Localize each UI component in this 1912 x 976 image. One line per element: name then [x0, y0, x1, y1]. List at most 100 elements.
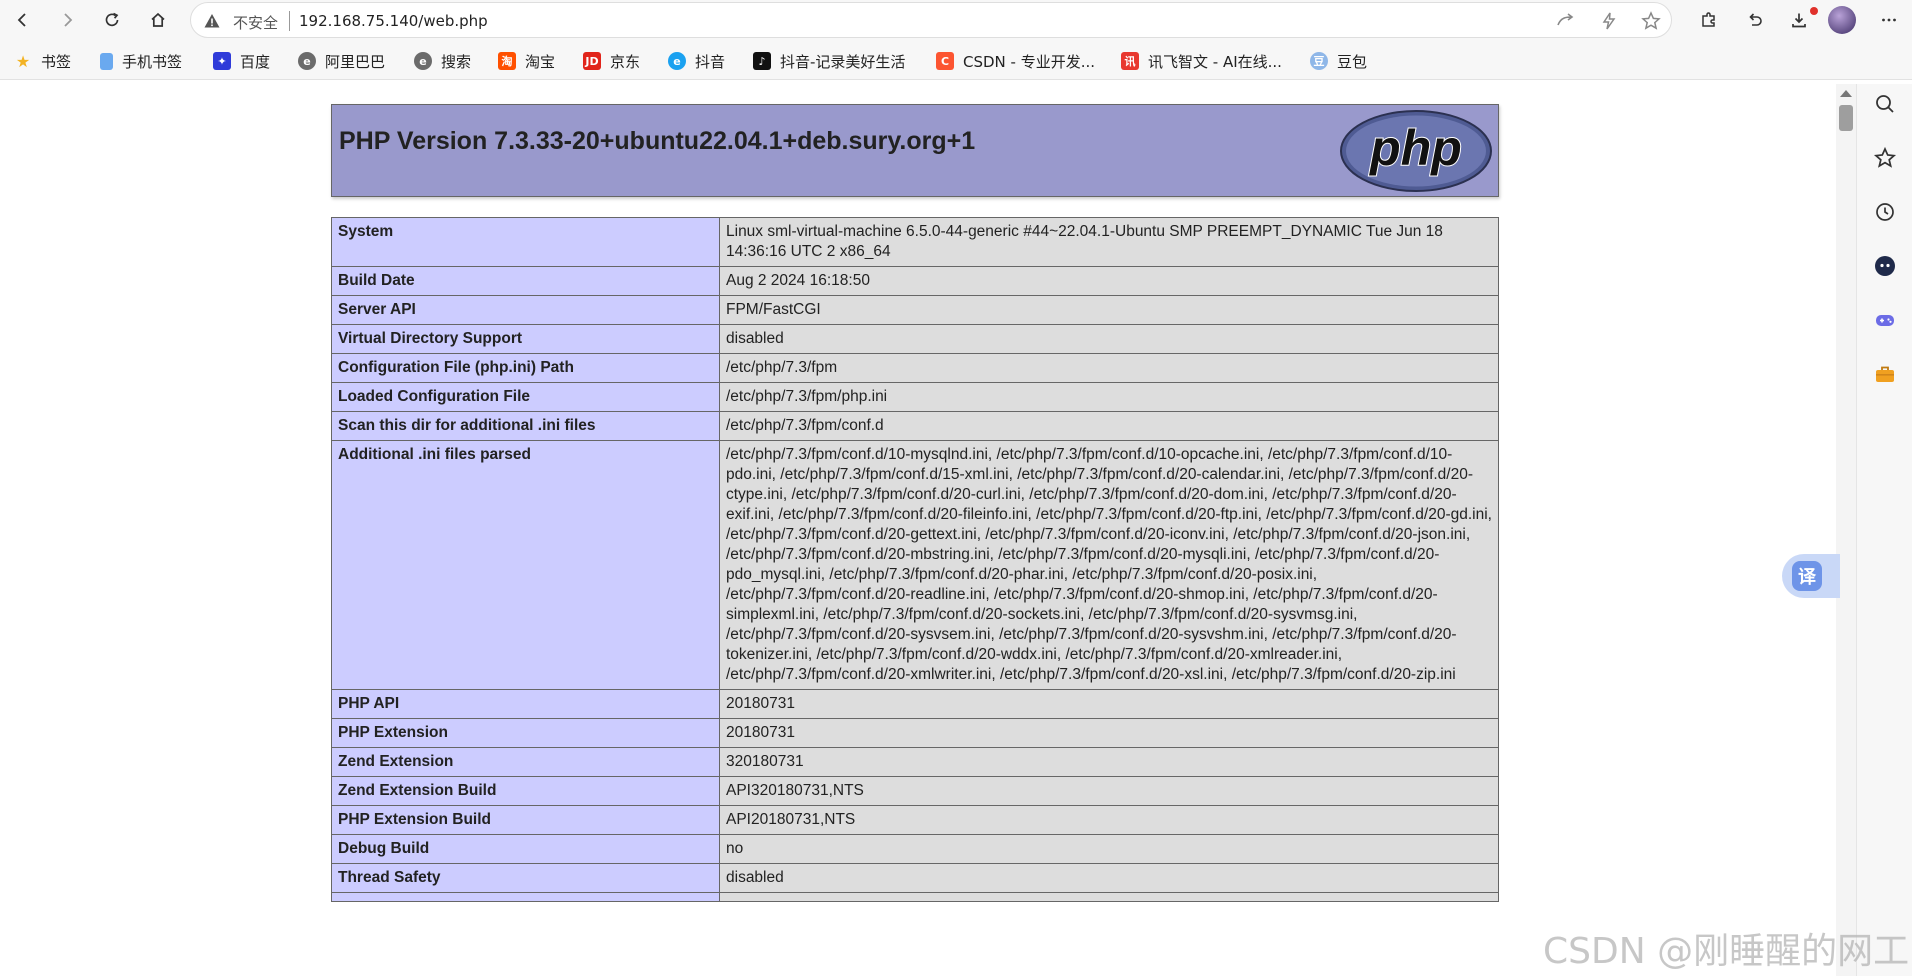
table-row: Debug Build no: [331, 834, 1499, 864]
lightning-icon: [1602, 12, 1616, 30]
bookmark-item[interactable]: 淘淘宝: [498, 50, 555, 72]
bookmark-label: 书签: [41, 52, 72, 71]
bookmark-item[interactable]: C CSDN - 专业开发...: [936, 50, 1095, 72]
star-icon: [1873, 146, 1897, 168]
sidebar-favorites-button[interactable]: [1871, 144, 1899, 172]
favorite-button[interactable]: [1641, 11, 1661, 31]
value-cell: FPM/FastCGI: [719, 295, 1499, 325]
url-text[interactable]: 192.168.75.140/web.php: [299, 12, 488, 30]
back-button[interactable]: [8, 5, 38, 35]
translate-label: 译: [1792, 561, 1822, 591]
bookmark-item[interactable]: e 抖音: [668, 50, 725, 72]
home-button[interactable]: [143, 5, 173, 35]
warning-icon: [204, 14, 220, 28]
jd-icon: JD: [583, 52, 601, 70]
extensions-button[interactable]: [1694, 5, 1724, 35]
sidebar-search-button[interactable]: [1871, 90, 1899, 118]
key-cell: Zend Extension Build: [331, 776, 720, 806]
scroll-up-arrow-icon[interactable]: [1840, 90, 1852, 97]
key-cell: [331, 892, 720, 902]
read-aloud-icon: [1557, 13, 1574, 26]
table-row: System Linux sml-virtual-machine 6.5.0-44…: [331, 217, 1499, 267]
forward-button[interactable]: [52, 5, 82, 35]
key-cell: Thread Safety: [331, 863, 720, 893]
csdn-icon: C: [936, 52, 954, 70]
sidebar-history-button[interactable]: [1871, 198, 1899, 226]
bookmark-item[interactable]: e 搜索: [414, 50, 471, 72]
value-cell: API320180731,NTS: [719, 776, 1499, 806]
key-cell: Debug Build: [331, 834, 720, 864]
table-row: Loaded Configuration File/etc/php/7.3/fp…: [331, 382, 1499, 412]
value-cell: Aug 2 2024 16:18:50: [719, 266, 1499, 296]
sidebar-ai-assistant-button[interactable]: [1871, 252, 1899, 280]
bookmark-item[interactable]: ★ 书签: [14, 50, 71, 72]
value-cell: no: [719, 834, 1499, 864]
speed-button[interactable]: [1599, 11, 1619, 31]
forward-arrow-icon: [64, 13, 73, 27]
value-cell: disabled: [719, 324, 1499, 354]
translate-button[interactable]: 译: [1782, 554, 1840, 598]
bookmark-item[interactable]: 讯讯飞智文 - AI在线...: [1121, 50, 1282, 72]
bookmark-item[interactable]: e 阿里巴巴: [298, 50, 385, 72]
profile-avatar[interactable]: [1828, 6, 1856, 34]
php-info-table: System Linux sml-virtual-machine 6.5.0-44…: [331, 217, 1499, 902]
right-sidebar: [1856, 84, 1912, 976]
baidu-icon: ✦: [213, 52, 231, 70]
doubao-icon: 豆: [1310, 52, 1328, 70]
table-row: Server API FPM/FastCGI: [331, 295, 1499, 325]
watermark: CSDN @刚睡醒的网工: [1543, 931, 1910, 972]
key-cell: Configuration File (php.ini) Path: [331, 353, 720, 383]
value-cell: disabled: [719, 863, 1499, 893]
value-cell: /etc/php/7.3/fpm: [719, 353, 1499, 383]
bookmark-item[interactable]: ✦ 百度: [213, 50, 270, 72]
scrollbar-thumb[interactable]: [1839, 105, 1853, 131]
value-cell: 20180731: [719, 718, 1499, 748]
browser-toolbar: 不安全 192.168.75.140/web.php: [0, 0, 1912, 40]
value-cell: 320180731: [719, 747, 1499, 777]
read-aloud-button[interactable]: [1555, 11, 1575, 31]
value-cell: [719, 892, 1499, 902]
tiktok-icon: ♪: [753, 52, 771, 70]
undo-icon: [1749, 13, 1762, 26]
sidebar-toolbox-button[interactable]: [1871, 360, 1899, 388]
value-cell: Linux sml-virtual-machine 6.5.0-44-gener…: [719, 217, 1499, 267]
douyin-icon: e: [668, 52, 686, 70]
key-cell: Server API: [331, 295, 720, 325]
bookmark-item[interactable]: ♪ 抖音-记录美好生活: [753, 50, 905, 72]
key-cell: Additional .ini files parsed: [331, 440, 720, 690]
search-icon: [1876, 95, 1894, 113]
address-bar[interactable]: 不安全 192.168.75.140/web.php: [190, 2, 1672, 38]
bookmark-item[interactable]: JD 京东: [583, 50, 640, 72]
page-scrollbar[interactable]: [1836, 84, 1856, 976]
bookmark-item[interactable]: 手机书签: [100, 50, 182, 72]
bookmark-item[interactable]: 豆豆包: [1310, 50, 1367, 72]
more-icon: [1882, 18, 1896, 22]
taobao-icon: 淘: [498, 52, 516, 70]
php-logo[interactable]: php: [1340, 110, 1492, 192]
browser-window: 不安全 192.168.75.140/web.php ★ 书签 手机书签 ✦ 百…: [0, 0, 1912, 976]
table-row: PHP API 20180731: [331, 689, 1499, 719]
gamepad-icon: [1876, 315, 1894, 326]
php-version-title: PHP Version 7.3.33-20+ubuntu22.04.1+deb.…: [339, 127, 976, 155]
sidebar-games-button[interactable]: [1871, 306, 1899, 334]
key-cell: Virtual Directory Support: [331, 324, 720, 354]
toolbox-icon: [1876, 366, 1894, 382]
alibaba-icon: e: [298, 52, 316, 70]
folder-icon: [100, 52, 113, 70]
bookmark-label: 讯飞智文 - AI在线...: [1148, 52, 1282, 71]
value-cell: /etc/php/7.3/fpm/conf.d/10-mysqlnd.ini, …: [719, 440, 1499, 690]
table-row: Additional .ini files parsed/etc/php/7.3…: [331, 440, 1499, 690]
table-row: Build Date Aug 2 2024 16:18:50: [331, 266, 1499, 296]
bookmark-label: 手机书签: [122, 52, 183, 71]
reload-button[interactable]: [97, 5, 127, 35]
insecure-label[interactable]: 不安全: [233, 12, 278, 33]
key-cell: Build Date: [331, 266, 720, 296]
xunfei-icon: 讯: [1121, 52, 1139, 70]
bookmark-label: 豆包: [1337, 52, 1368, 71]
table-row: [331, 892, 1499, 902]
clock-icon: [1876, 203, 1894, 221]
more-menu-button[interactable]: [1874, 5, 1904, 35]
history-back-menu-button[interactable]: [1740, 5, 1770, 35]
php-logo-text: php: [1368, 120, 1462, 176]
robot-icon: [1875, 256, 1895, 276]
